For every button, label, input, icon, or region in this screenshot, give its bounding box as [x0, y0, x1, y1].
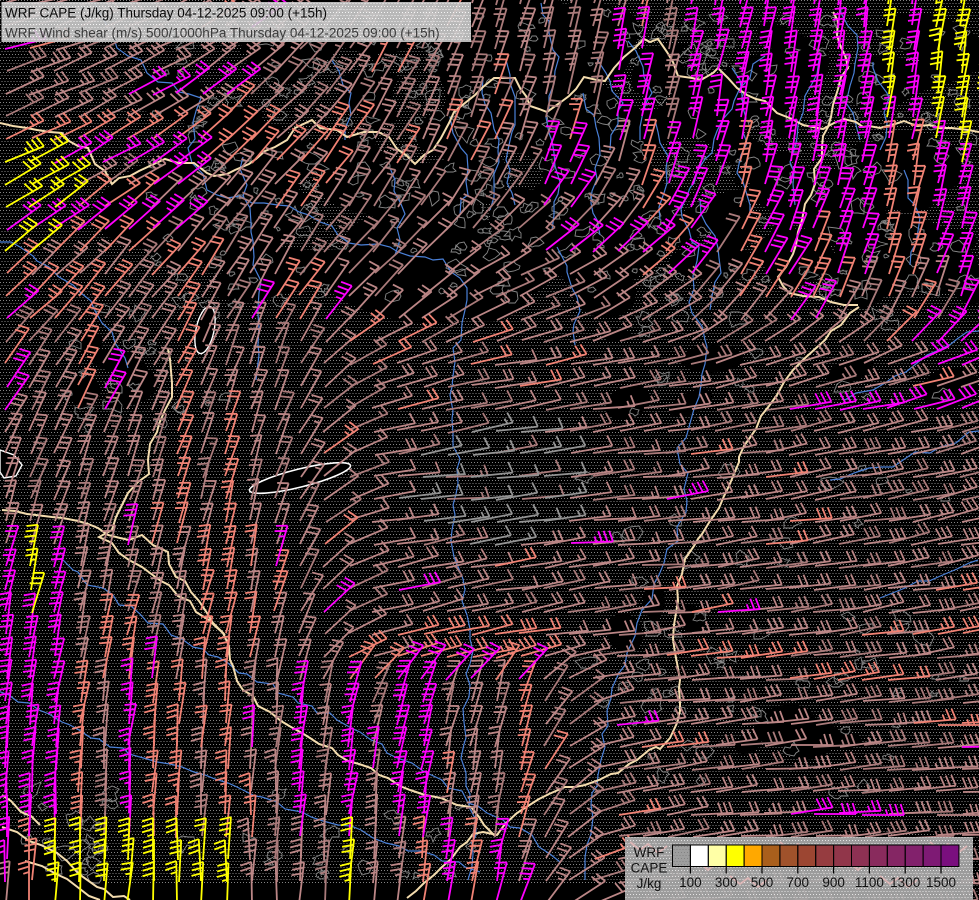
svg-text:WRF Wind shear (m/s) 500/1000h: WRF Wind shear (m/s) 500/1000hPa Thursda…	[5, 26, 440, 41]
svg-text:500: 500	[751, 875, 774, 890]
svg-text:700: 700	[787, 875, 810, 890]
svg-text:J/kg: J/kg	[637, 876, 662, 891]
svg-text:WRF CAPE (J/kg) Thursday 04-12: WRF CAPE (J/kg) Thursday 04-12-2025 09:0…	[5, 6, 327, 21]
svg-text:900: 900	[822, 875, 845, 890]
svg-text:CAPE: CAPE	[631, 861, 668, 876]
svg-text:WRF: WRF	[634, 845, 665, 860]
svg-text:1100: 1100	[855, 875, 884, 890]
svg-text:300: 300	[715, 875, 738, 890]
svg-text:100: 100	[679, 875, 702, 890]
svg-text:1500: 1500	[926, 875, 956, 890]
svg-text:1300: 1300	[890, 875, 920, 890]
